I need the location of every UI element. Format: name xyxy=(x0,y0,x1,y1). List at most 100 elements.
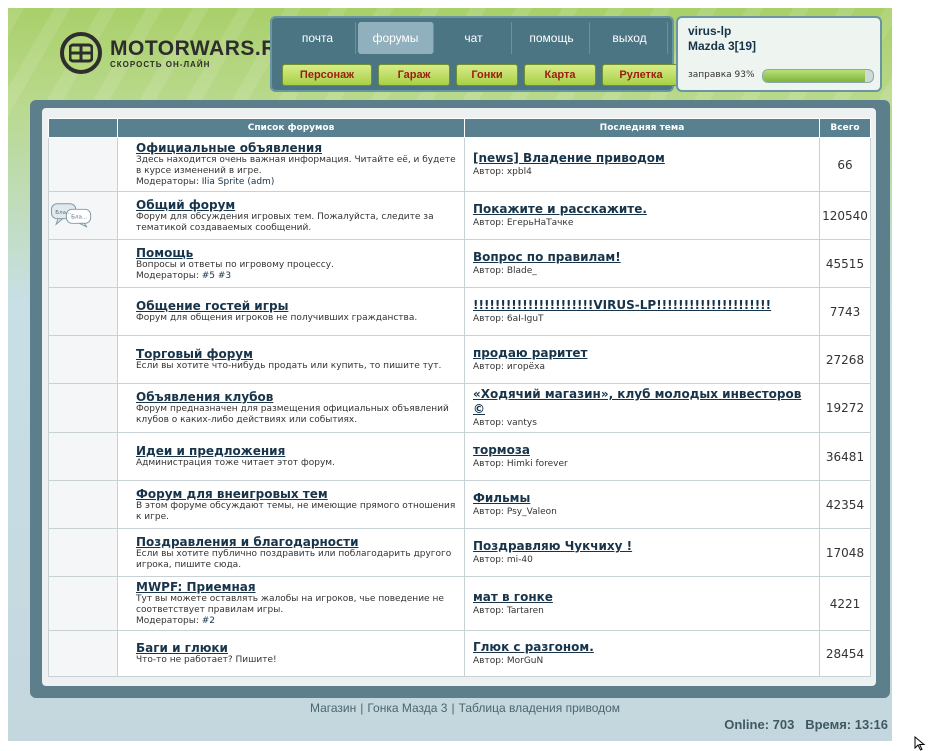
online-label: Online: xyxy=(724,717,770,732)
forum-description: Если вы хотите публично поздравить или п… xyxy=(136,548,452,570)
subnav-button-2[interactable]: Гонки xyxy=(456,64,518,86)
forum-row: Баги и глюки Что-то не работает? Пишите! Г… xyxy=(48,630,871,677)
fuel-progress-bar xyxy=(762,69,874,83)
footer-link[interactable]: Магазин xyxy=(310,701,356,715)
forum-moderators: Модераторы: #5 #3 xyxy=(136,271,458,282)
last-topic-link[interactable]: [news] Владение приводом xyxy=(473,151,811,166)
forum-title-link[interactable]: Общий форум xyxy=(136,198,458,212)
forum-description: Тут вы можете оставлять жалобы на игроко… xyxy=(136,594,444,615)
forum-cell: Торговый форум Если вы хотите что-нибудь … xyxy=(117,335,465,384)
user-name[interactable]: virus-lp xyxy=(688,24,731,39)
last-topic-link[interactable]: «Ходячий магазин», клуб молодых инвестор… xyxy=(473,387,811,417)
moderators-label: Модераторы: xyxy=(136,270,199,281)
author-name[interactable]: игорёха xyxy=(507,362,545,372)
forum-description: Форум для обсуждения игровых тем. Пожалу… xyxy=(136,211,434,233)
forum-icon-cell xyxy=(48,528,118,577)
author-name[interactable]: vantys xyxy=(507,418,537,428)
forum-icon-cell: Бла... Бла... xyxy=(48,191,118,240)
main-nav: почта форумы чат помощь выход Персонаж Гараж Г… xyxy=(270,16,680,92)
footer-separator: | xyxy=(360,701,364,715)
forum-title-link[interactable]: Поздравления и благодарности xyxy=(136,535,458,549)
nav-tab-3[interactable]: помощь xyxy=(514,22,590,54)
forum-icon-cell xyxy=(48,630,118,677)
topic-total: 66 xyxy=(819,137,871,192)
forum-title-link[interactable]: Торговый форум xyxy=(136,347,458,361)
author-label: Автор: xyxy=(473,314,504,324)
forum-row: Торговый форум Если вы хотите что-нибудь … xyxy=(48,335,871,384)
forum-title-link[interactable]: Официальные объявления xyxy=(136,141,458,155)
last-topic-link[interactable]: Поздравляю Чукчиху ! xyxy=(473,539,811,554)
site-logo[interactable]: MOTORWARS.RU СКОРОСТЬ ОН-ЛАЙН xyxy=(60,30,293,76)
moderators-list[interactable]: Ilia Sprite (adm) xyxy=(202,177,275,187)
last-topic-link[interactable]: Глюк с разгоном. xyxy=(473,640,811,655)
last-topic-cell: тормоза Автор: Himki forever xyxy=(464,432,820,481)
topic-total: 42354 xyxy=(819,480,871,529)
last-topic-author: Автор: Himki forever xyxy=(473,458,811,470)
last-topic-link[interactable]: Фильмы xyxy=(473,491,811,506)
last-topic-link[interactable]: мат в гонке xyxy=(473,590,811,605)
author-name[interactable]: ЕгерьНаТачке xyxy=(507,218,574,228)
author-name[interactable]: xpbl4 xyxy=(507,167,532,177)
forum-title-link[interactable]: Баги и глюки xyxy=(136,641,458,655)
forum-description: Форум для общения игроков не получивших … xyxy=(136,313,418,323)
author-label: Автор: xyxy=(473,266,504,276)
last-topic-author: Автор: ЕгерьНаТачке xyxy=(473,217,811,229)
forum-row: Форум для внеигровых тем В этом форуме об… xyxy=(48,480,871,529)
forum-description: Форум предназначен для размещения официа… xyxy=(136,404,449,425)
author-name[interactable]: 6aI-IguT xyxy=(507,314,544,324)
author-name[interactable]: Psy_Valeon xyxy=(507,507,557,517)
forum-cell: Объявления клубов Форум предназначен для … xyxy=(117,383,465,433)
last-topic-link[interactable]: Покажите и расскажите. xyxy=(473,202,811,217)
author-label: Автор: xyxy=(473,167,504,177)
forum-row: Официальные объявления Здесь находится оч… xyxy=(48,137,871,192)
nav-tab-1[interactable]: форумы xyxy=(358,22,434,54)
nav-tab-0[interactable]: почта xyxy=(280,22,356,54)
user-car[interactable]: Mazda 3[19] xyxy=(688,39,756,53)
author-name[interactable]: Himki forever xyxy=(507,459,568,469)
forum-title-link[interactable]: Идеи и предложения xyxy=(136,444,458,458)
forum-row: Общение гостей игры Форум для общения игр… xyxy=(48,287,871,336)
author-label: Автор: xyxy=(473,656,504,666)
author-name[interactable]: Tartaren xyxy=(507,606,544,616)
forum-title-link[interactable]: MWPF: Приемная xyxy=(136,580,458,594)
forum-title-link[interactable]: Помощь xyxy=(136,246,458,260)
last-topic-link[interactable]: продаю раритет xyxy=(473,346,811,361)
author-name[interactable]: Blade_ xyxy=(507,266,537,276)
forum-title-link[interactable]: Форум для внеигровых тем xyxy=(136,487,458,501)
moderators-list[interactable]: #2 xyxy=(202,616,215,626)
author-label: Автор: xyxy=(473,606,504,616)
topic-total: 28454 xyxy=(819,630,871,677)
forum-icon-cell xyxy=(48,480,118,529)
footer-link[interactable]: Гонка Мазда 3 xyxy=(367,701,447,715)
forum-cell: Официальные объявления Здесь находится оч… xyxy=(117,137,465,192)
subnav-button-1[interactable]: Гараж xyxy=(378,64,450,86)
subnav-button-4[interactable]: Рулетка xyxy=(602,64,680,86)
forum-moderators: Модераторы: Ilia Sprite (adm) xyxy=(136,177,458,188)
forum-row: Бла... Бла... Общий форум Форум для обсужде… xyxy=(48,191,871,240)
author-label: Автор: xyxy=(473,418,504,428)
subnav-button-0[interactable]: Персонаж xyxy=(282,64,372,86)
subnav-button-3[interactable]: Карта xyxy=(524,64,596,86)
last-topic-author: Автор: vantys xyxy=(473,417,811,429)
forum-table: Список форумов Последняя тема Всего Офиц… xyxy=(48,118,871,677)
author-name[interactable]: mi-40 xyxy=(507,555,533,565)
forum-icon-cell xyxy=(48,432,118,481)
forum-description: Вопросы и ответы по игровому процессу. xyxy=(136,259,334,270)
last-topic-link[interactable]: Вопрос по правилам! xyxy=(473,250,811,265)
forum-description: Если вы хотите что-нибудь продать или ку… xyxy=(136,361,442,371)
last-topic-link[interactable]: тормоза xyxy=(473,443,811,458)
nav-tab-2[interactable]: чат xyxy=(436,22,512,54)
forum-description: Администрация тоже читает этот форум. xyxy=(136,458,335,468)
last-topic-cell: Глюк с разгоном. Автор: MorGuN xyxy=(464,630,820,677)
last-topic-link[interactable]: !!!!!!!!!!!!!!!!!!!!!!VIRUS-LP!!!!!!!!!!… xyxy=(473,298,811,313)
footer-link[interactable]: Таблица владения приводом xyxy=(459,701,620,715)
moderators-list[interactable]: #5 #3 xyxy=(202,271,231,281)
author-name[interactable]: MorGuN xyxy=(507,656,543,666)
nav-tab-4[interactable]: выход xyxy=(592,22,668,54)
forum-title-link[interactable]: Объявления клубов xyxy=(136,390,458,404)
topic-total: 17048 xyxy=(819,528,871,577)
forum-title-link[interactable]: Общение гостей игры xyxy=(136,299,458,313)
forum-cell: MWPF: Приемная Тут вы можете оставлять жа… xyxy=(117,576,465,631)
chat-bubbles-icon: Бла...Бла... xyxy=(50,202,92,227)
forum-icon-cell xyxy=(48,239,118,288)
